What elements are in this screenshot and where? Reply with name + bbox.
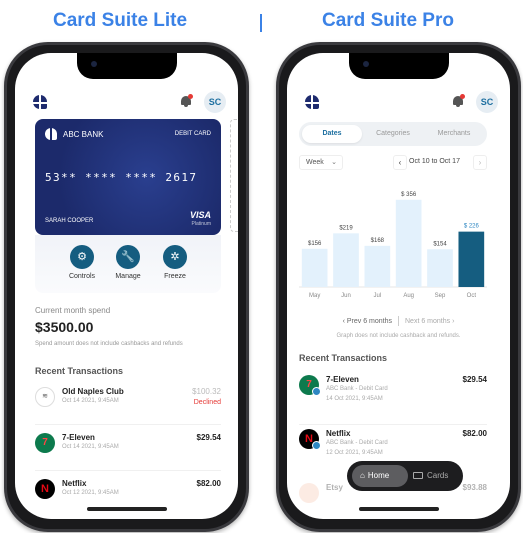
bank-logo-icon — [45, 128, 57, 140]
spend-label: Current month spend — [35, 306, 111, 315]
period-select[interactable]: Week ⌄ — [299, 155, 343, 170]
data-label: $168 — [371, 238, 385, 244]
recent-transactions-title: Recent Transactions — [299, 353, 388, 363]
top-bar: SC — [27, 91, 226, 113]
bank-badge-icon — [312, 387, 321, 396]
bank-badge-icon — [312, 441, 321, 450]
spend-chart: $156 May $219 Jun $168 Jul $ 356 Aug $154 Sep $ 22… — [299, 175, 487, 307]
spend-note: Spend amount does not include cashbacks … — [35, 341, 183, 347]
row-divider — [35, 424, 221, 425]
recent-transactions-title: Recent Transactions — [35, 366, 124, 376]
graph-note: Graph does not include cashback and refu… — [336, 333, 461, 339]
gear-icon: ⚙ — [70, 245, 94, 269]
row-divider — [35, 470, 221, 471]
card-holder: SARAH COOPER — [45, 218, 94, 224]
declined-status: Declined — [193, 399, 221, 406]
bar-chart-svg: $156 May $219 Jun $168 Jul $ 356 Aug $154 Sep $ 22… — [299, 192, 487, 299]
tab-dates[interactable]: Dates — [302, 125, 362, 143]
x-tick-label: Sep — [435, 293, 446, 299]
chart-pager: ‹ Prev 6 months Next 6 months › — [287, 316, 510, 326]
date-range: Oct 10 to Oct 17 — [409, 158, 460, 165]
notch — [76, 53, 177, 79]
debit-card[interactable]: ABC BANK DEBIT CARD 53** **** **** 2617 … — [35, 119, 221, 235]
data-label: $156 — [308, 241, 322, 247]
prev-6-months-button[interactable]: ‹ Prev 6 months — [343, 318, 392, 325]
card-type: DEBIT CARD — [174, 131, 211, 137]
transaction-row[interactable]: ≋ Old Naples Club Oct 14 2021, 9:45AM $1… — [35, 385, 221, 425]
notch — [348, 53, 449, 79]
seven-eleven-logo-icon: 7 — [35, 433, 55, 453]
bank-name: ABC BANK — [63, 130, 104, 139]
divider — [260, 14, 262, 32]
data-label: $219 — [339, 225, 353, 231]
x-tick-label: Jun — [341, 293, 351, 299]
visa-logo: VISA — [189, 210, 211, 220]
pro-phone: SC Dates Categories Merchants Week ⌄ ‹ Oc… — [276, 42, 521, 532]
pro-screen: SC Dates Categories Merchants Week ⌄ ‹ Oc… — [287, 53, 510, 519]
data-label: $154 — [433, 241, 447, 247]
bottom-tab-bar: ⌂ Home Cards — [347, 461, 463, 491]
data-label: $ 356 — [401, 192, 417, 198]
x-tick-label: Oct — [467, 293, 477, 299]
data-label: $ 226 — [464, 224, 480, 230]
next-card-peek[interactable] — [230, 119, 238, 232]
avatar[interactable]: SC — [204, 91, 226, 113]
card-actions: ⚙ Controls 🔧 Manage ✲ Freeze — [35, 235, 221, 293]
bar-sep[interactable] — [427, 249, 453, 287]
cards-tab[interactable]: Cards — [413, 465, 448, 487]
card-tier: Platinum — [191, 221, 211, 227]
netflix-logo-icon: N — [35, 479, 55, 499]
home-indicator — [86, 507, 167, 511]
camera-icon — [90, 61, 97, 67]
camera-icon — [362, 61, 369, 67]
manage-button[interactable]: 🔧 Manage — [108, 245, 148, 280]
top-bar: SC — [299, 91, 498, 113]
next-week-button[interactable]: › — [473, 155, 487, 170]
notification-bell-icon[interactable] — [180, 94, 193, 108]
transaction-row[interactable]: 7 7-Eleven ABC Bank - Debit Card 14 Oct … — [299, 373, 487, 425]
notification-bell-icon[interactable] — [452, 94, 465, 108]
bar-aug[interactable] — [395, 199, 422, 287]
etsy-logo-icon — [299, 483, 319, 503]
x-tick-label: Aug — [403, 293, 414, 299]
snowflake-icon: ✲ — [163, 245, 187, 269]
next-6-months-button[interactable]: Next 6 months › — [405, 318, 454, 325]
bar-jul[interactable] — [364, 245, 391, 287]
home-icon: ⌂ — [360, 471, 365, 480]
lite-phone: SC ABC BANK DEBIT CARD 53** **** **** 26… — [4, 42, 249, 532]
wrench-icon: 🔧 — [116, 245, 140, 269]
row-divider — [299, 424, 487, 425]
tab-categories[interactable]: Categories — [363, 125, 423, 143]
lite-screen: SC ABC BANK DEBIT CARD 53** **** **** 26… — [15, 53, 238, 519]
spend-amount: $3500.00 — [35, 319, 94, 335]
chevron-down-icon: ⌄ — [331, 159, 337, 166]
home-tab[interactable]: ⌂ Home — [352, 465, 408, 487]
old-naples-club-logo-icon: ≋ — [35, 387, 55, 407]
analysis-tabs: Dates Categories Merchants — [299, 122, 487, 146]
x-tick-label: May — [309, 293, 320, 299]
card-number: 53** **** **** 2617 — [45, 171, 198, 184]
bar-oct[interactable] — [458, 231, 485, 287]
transaction-row[interactable]: N Netflix Oct 12 2021, 9:45AM $82.00 — [35, 477, 221, 517]
home-indicator — [358, 507, 439, 511]
controls-button[interactable]: ⚙ Controls — [62, 245, 102, 280]
bar-may[interactable] — [301, 248, 328, 287]
card-icon — [413, 472, 423, 480]
tab-merchants[interactable]: Merchants — [424, 125, 484, 143]
pro-heading: Card Suite Pro — [322, 10, 454, 31]
app-logo-icon — [33, 95, 47, 109]
lite-heading: Card Suite Lite — [53, 10, 188, 31]
transaction-row[interactable]: 7 7-Eleven Oct 14 2021, 9:45AM $29.54 — [35, 431, 221, 471]
avatar[interactable]: SC — [476, 91, 498, 113]
app-logo-icon — [305, 95, 319, 109]
x-tick-label: Jul — [373, 293, 381, 299]
chevron-right-icon: › — [478, 158, 482, 167]
bar-jun[interactable] — [333, 233, 359, 287]
freeze-button[interactable]: ✲ Freeze — [155, 245, 195, 280]
prev-week-button[interactable]: ‹ — [393, 155, 407, 170]
chevron-left-icon: ‹ — [398, 158, 402, 167]
